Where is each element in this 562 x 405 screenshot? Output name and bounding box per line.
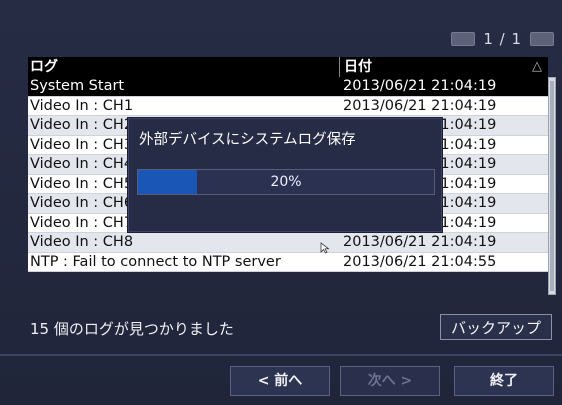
log-count-text: 15 個のログが見つかりました: [30, 320, 234, 338]
column-header-log[interactable]: ログ: [28, 57, 339, 77]
table-row[interactable]: Video In : CH1 2013/06/21 21:04:19: [28, 96, 548, 116]
log-cell: System Start: [30, 78, 125, 94]
table-row[interactable]: Video In : CH8 2013/06/21 21:04:19: [28, 233, 548, 253]
column-header-date-label: 日付: [344, 59, 372, 75]
progress-bar: 20%: [137, 169, 435, 195]
log-cell: Video In : CH1: [30, 97, 134, 114]
table-row[interactable]: System Start 2013/06/21 21:04:19: [28, 77, 548, 97]
scrollbar[interactable]: [548, 77, 556, 295]
pager: 1 / 1: [451, 30, 554, 48]
table-row[interactable]: NTP : Fail to connect to NTP server 2013/…: [28, 252, 548, 272]
progress-text: 20%: [270, 174, 302, 190]
divider: [0, 354, 562, 356]
table-header: ログ 日付 △: [28, 57, 548, 77]
page-next-button[interactable]: [530, 32, 554, 46]
page-indicator: 1 / 1: [483, 30, 522, 48]
next-button[interactable]: 次へ >: [340, 366, 440, 396]
exit-button[interactable]: 終了: [454, 366, 554, 396]
screen: 1 / 1 ログ 日付 △ System Start 2013/06/21 21:…: [0, 0, 562, 405]
date-cell: 2013/06/21 21:04:19: [343, 97, 497, 114]
save-log-dialog: 外部デバイスにシステムログ保存 20%: [128, 118, 442, 232]
scroll-thumb[interactable]: [550, 81, 554, 291]
page-prev-button[interactable]: [451, 32, 476, 46]
backup-button[interactable]: バックアップ: [440, 314, 552, 340]
prev-button[interactable]: < 前へ: [230, 366, 330, 396]
log-cell: Video In : CH8: [30, 234, 134, 250]
date-cell: 2013/06/21 21:04:55: [343, 253, 497, 270]
sort-indicator-icon: △: [532, 59, 542, 74]
log-cell: NTP : Fail to connect to NTP server: [30, 253, 281, 270]
mouse-cursor-icon: [320, 242, 330, 254]
column-header-date[interactable]: 日付 △: [339, 57, 548, 77]
date-cell: 2013/06/21 21:04:19: [343, 234, 497, 250]
date-cell: 2013/06/21 21:04:19: [343, 78, 497, 94]
dialog-title: 外部デバイスにシステムログ保存: [139, 132, 356, 148]
